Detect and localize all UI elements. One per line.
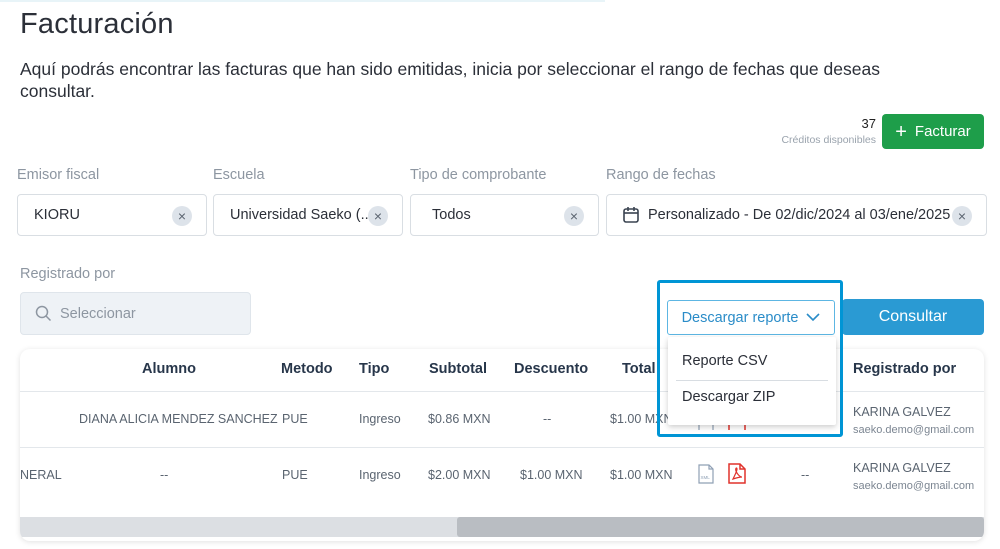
menu-divider bbox=[676, 380, 828, 381]
escuela-value: Universidad Saeko (... bbox=[230, 207, 370, 223]
registrado-placeholder: Seleccionar bbox=[60, 305, 136, 322]
cell-subtotal: $0.86 MXN bbox=[428, 412, 491, 426]
escuela-select[interactable]: Universidad Saeko (... × bbox=[213, 194, 403, 236]
top-divider bbox=[0, 0, 605, 2]
clear-tipo-icon[interactable]: × bbox=[564, 206, 584, 226]
cell-registrado-email: saeko.demo@gmail.com bbox=[853, 480, 975, 492]
col-total: Total bbox=[622, 361, 656, 377]
horizontal-scrollbar-thumb[interactable] bbox=[457, 517, 984, 537]
col-tipo: Tipo bbox=[359, 361, 390, 377]
cell-alumno: DIANA ALICIA MENDEZ SANCHEZ bbox=[79, 412, 278, 426]
search-icon bbox=[35, 305, 52, 322]
cell-tipo: Ingreso bbox=[359, 412, 401, 426]
page-description: Aquí podrás encontrar las facturas que h… bbox=[20, 59, 880, 101]
col-subtotal: Subtotal bbox=[429, 361, 487, 377]
col-metodo: Metodo bbox=[281, 361, 333, 377]
cell-descuento: -- bbox=[543, 412, 552, 426]
cell-registrado-name: KARINA GALVEZ bbox=[853, 405, 951, 419]
tipo-select[interactable]: Todos × bbox=[410, 194, 599, 236]
pdf-file-icon[interactable] bbox=[728, 463, 746, 484]
cell-subtotal: $2.00 MXN bbox=[428, 468, 491, 482]
facturar-label: Facturar bbox=[914, 123, 971, 140]
clear-rango-icon[interactable]: × bbox=[952, 206, 972, 226]
col-alumno: Alumno bbox=[142, 361, 196, 377]
cell-extra: -- bbox=[801, 468, 810, 482]
cell-first: NERAL bbox=[20, 468, 62, 482]
chevron-down-icon bbox=[806, 313, 820, 322]
emisor-value: KIORU bbox=[34, 207, 80, 223]
tipo-value: Todos bbox=[432, 207, 471, 223]
descargar-menu: Reporte CSV Descargar ZIP bbox=[668, 337, 836, 425]
emisor-select[interactable]: KIORU × bbox=[17, 194, 207, 236]
col-registrado: Registrado por bbox=[853, 361, 957, 377]
clear-escuela-icon[interactable]: × bbox=[368, 206, 388, 226]
cell-metodo: PUE bbox=[282, 412, 308, 426]
consultar-button[interactable]: Consultar bbox=[842, 299, 984, 335]
cell-tipo: Ingreso bbox=[359, 468, 401, 482]
cell-alumno: -- bbox=[160, 468, 169, 482]
cell-metodo: PUE bbox=[282, 468, 308, 482]
menu-item-descargar-zip[interactable]: Descargar ZIP bbox=[682, 389, 775, 405]
escuela-label: Escuela bbox=[213, 167, 265, 183]
registrado-label: Registrado por bbox=[20, 266, 116, 282]
credits-label: Créditos disponibles bbox=[781, 134, 876, 146]
tipo-label: Tipo de comprobante bbox=[410, 167, 547, 183]
menu-item-reporte-csv[interactable]: Reporte CSV bbox=[682, 353, 767, 369]
descargar-reporte-button[interactable]: Descargar reporte bbox=[667, 300, 835, 335]
row-divider bbox=[20, 447, 984, 448]
svg-text:XML: XML bbox=[701, 475, 711, 480]
credits-count: 37 bbox=[861, 116, 876, 131]
calendar-icon bbox=[622, 206, 640, 224]
plus-icon: + bbox=[895, 120, 907, 143]
descargar-label: Descargar reporte bbox=[681, 309, 799, 326]
facturar-button[interactable]: + Facturar bbox=[882, 114, 984, 149]
col-descuento: Descuento bbox=[514, 361, 589, 377]
rango-label: Rango de fechas bbox=[606, 167, 716, 183]
registrado-search-input[interactable]: Seleccionar bbox=[20, 292, 251, 335]
xml-file-icon[interactable]: XML bbox=[698, 464, 714, 484]
cell-descuento: $1.00 MXN bbox=[520, 468, 583, 482]
cell-total: $1.00 MXN bbox=[610, 468, 673, 482]
page-title: Facturación bbox=[20, 8, 174, 40]
cell-registrado-name: KARINA GALVEZ bbox=[853, 461, 951, 475]
credits-counter: 37 Créditos disponibles bbox=[781, 116, 876, 146]
rango-fechas-select[interactable]: Personalizado - De 02/dic/2024 al 03/ene… bbox=[606, 194, 987, 236]
clear-emisor-icon[interactable]: × bbox=[172, 206, 192, 226]
emisor-label: Emisor fiscal bbox=[17, 167, 100, 183]
cell-registrado-email: saeko.demo@gmail.com bbox=[853, 424, 975, 436]
rango-value: Personalizado - De 02/dic/2024 al 03/ene… bbox=[648, 207, 951, 223]
